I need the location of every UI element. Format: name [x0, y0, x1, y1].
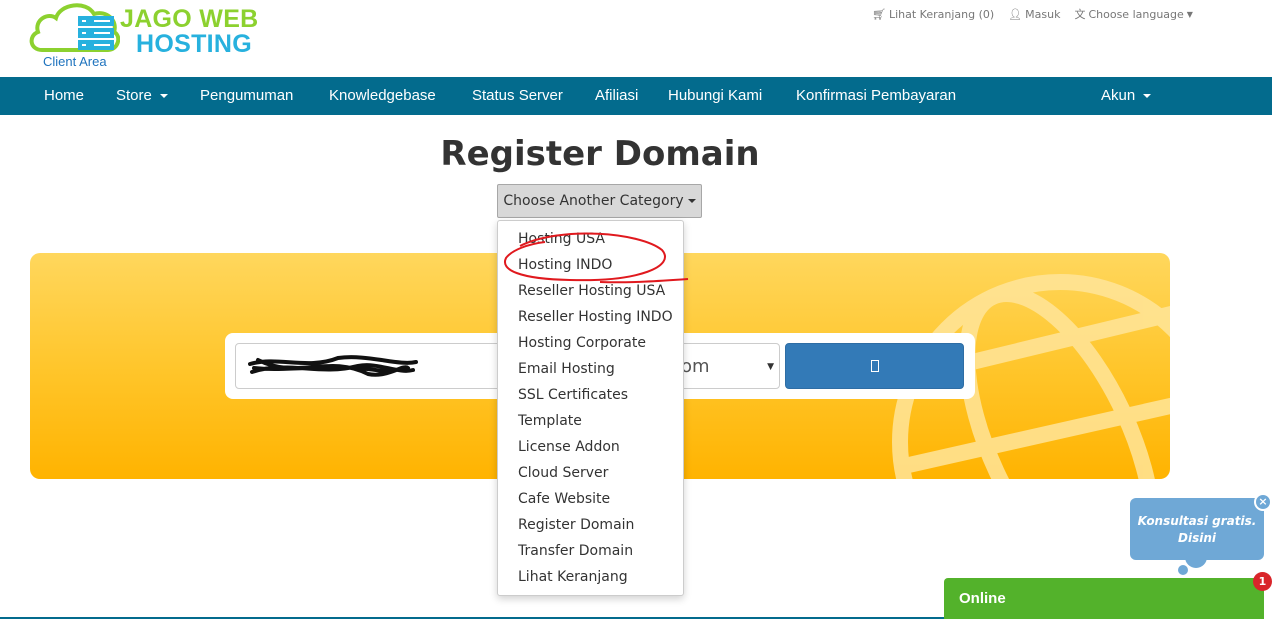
bubble-tail: [1185, 556, 1207, 568]
dropdown-item-hosting-usa[interactable]: Hosting USA: [518, 226, 605, 252]
nav-afiliasi[interactable]: Afiliasi: [595, 77, 638, 115]
nav-knowledgebase[interactable]: Knowledgebase: [329, 77, 436, 115]
cart-link[interactable]: 🛒︎ Lihat Keranjang (0): [872, 6, 994, 22]
nav-status-server[interactable]: Status Server: [472, 77, 563, 115]
category-dropdown-menu: Hosting USA Hosting INDO Reseller Hostin…: [497, 220, 684, 596]
dropdown-item-ssl-certificates[interactable]: SSL Certificates: [518, 382, 628, 408]
dropdown-item-cafe-website[interactable]: Cafe Website: [518, 486, 610, 512]
dropdown-item-license-addon[interactable]: License Addon: [518, 434, 620, 460]
nav-store[interactable]: Store: [116, 77, 168, 115]
tld-select-value: om: [681, 355, 710, 377]
chat-consultation-bubble[interactable]: Konsultasi gratis. Disini: [1130, 498, 1264, 560]
language-selector[interactable]: 文 Choose language ▼: [1074, 6, 1192, 22]
dropdown-item-lihat-keranjang[interactable]: Lihat Keranjang: [518, 564, 628, 590]
dropdown-item-hosting-corporate[interactable]: Hosting Corporate: [518, 330, 646, 356]
brand-logo[interactable]: JAGO WEB HOSTING Client Area: [28, 2, 268, 70]
main-navbar: Home Store Pengumuman Knowledgebase Stat…: [0, 77, 1272, 115]
choose-category-button[interactable]: Choose Another Category: [497, 184, 702, 218]
dropdown-item-reseller-hosting-usa[interactable]: Reseller Hosting USA: [518, 278, 665, 304]
language-icon: 文: [1074, 8, 1086, 21]
dropdown-item-template[interactable]: Template: [518, 408, 582, 434]
close-icon[interactable]: ×: [1254, 493, 1272, 511]
nav-store-label: Store: [116, 87, 152, 104]
chevron-down-icon: ▼: [1186, 9, 1193, 19]
caret-down-icon: [159, 94, 168, 99]
dropdown-item-reseller-hosting-indo[interactable]: Reseller Hosting INDO: [518, 304, 673, 330]
language-selector-label: Choose language: [1088, 7, 1184, 21]
cloud-server-icon: [29, 3, 120, 52]
login-link-label: Masuk: [1025, 7, 1061, 21]
chat-bubble-line1: Konsultasi gratis.: [1137, 514, 1257, 528]
nav-pengumuman[interactable]: Pengumuman: [200, 77, 293, 115]
caret-down-icon: [1143, 94, 1152, 99]
nav-account-label: Akun: [1101, 87, 1136, 104]
dropdown-item-email-hosting[interactable]: Email Hosting: [518, 356, 615, 382]
brand-subtitle: Client Area: [43, 54, 107, 69]
cart-icon: 🛒︎: [872, 7, 886, 21]
choose-category-label: Choose Another Category: [503, 193, 684, 209]
nav-account[interactable]: Akun: [1101, 77, 1152, 115]
dropdown-item-hosting-indo[interactable]: Hosting INDO: [518, 252, 612, 278]
user-icon: 👤︎: [1008, 7, 1023, 21]
chat-online-bar[interactable]: Online: [944, 578, 1264, 619]
login-link[interactable]: 👤︎ Masuk: [1008, 6, 1060, 22]
top-links: 🛒︎ Lihat Keranjang (0) 👤︎ Masuk 文 Choose…: [872, 6, 1193, 22]
cart-link-label: Lihat Keranjang (0): [888, 7, 995, 21]
nav-home[interactable]: Home: [44, 77, 84, 115]
dropdown-item-cloud-server[interactable]: Cloud Server: [518, 460, 608, 486]
brand-title-line2: HOSTING: [136, 30, 252, 58]
select-arrow-icon: ▼: [767, 362, 774, 372]
nav-hubungi-kami[interactable]: Hubungi Kami: [668, 77, 762, 115]
brand-title-line1: JAGO WEB: [120, 5, 259, 33]
search-button[interactable]: [785, 343, 964, 389]
dropdown-item-register-domain[interactable]: Register Domain: [518, 512, 634, 538]
bubble-dot: [1178, 565, 1188, 575]
nav-konfirmasi-pembayaran[interactable]: Konfirmasi Pembayaran: [796, 77, 956, 115]
dropdown-item-transfer-domain[interactable]: Transfer Domain: [518, 538, 633, 564]
notification-badge: 1: [1253, 572, 1272, 591]
redaction-scribble: [248, 355, 418, 377]
page-title: Register Domain: [440, 134, 760, 174]
search-icon: [870, 360, 879, 372]
caret-down-icon: [687, 199, 696, 203]
chat-bubble-line2: Disini: [1178, 531, 1216, 545]
